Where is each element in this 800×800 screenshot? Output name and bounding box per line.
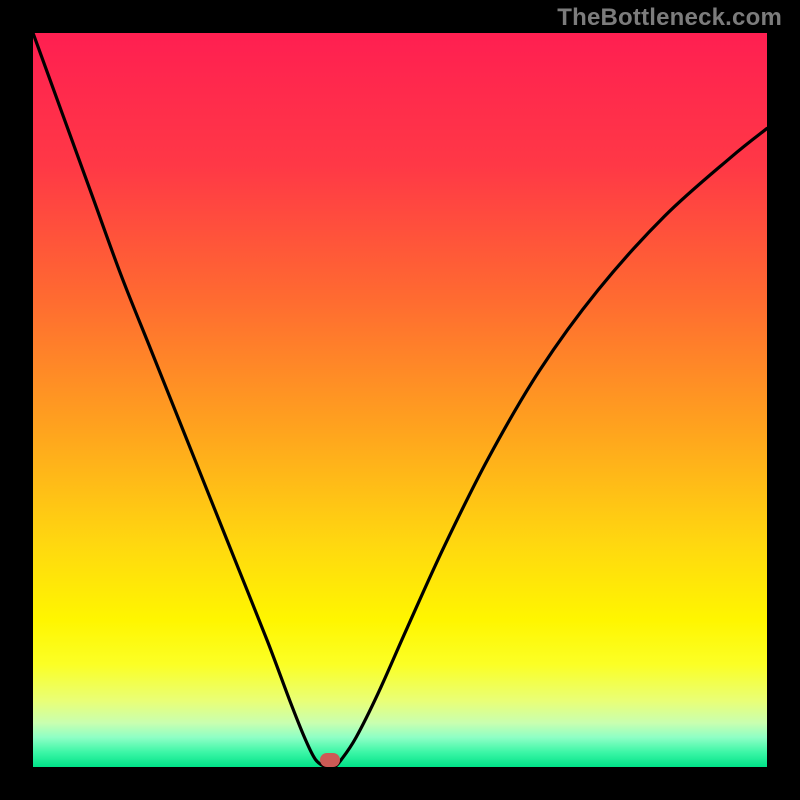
gradient-background — [33, 33, 767, 767]
watermark-text: TheBottleneck.com — [557, 4, 782, 32]
plot-area — [33, 33, 767, 767]
outer-frame: TheBottleneck.com — [0, 0, 800, 800]
optimal-point-marker — [320, 753, 340, 767]
